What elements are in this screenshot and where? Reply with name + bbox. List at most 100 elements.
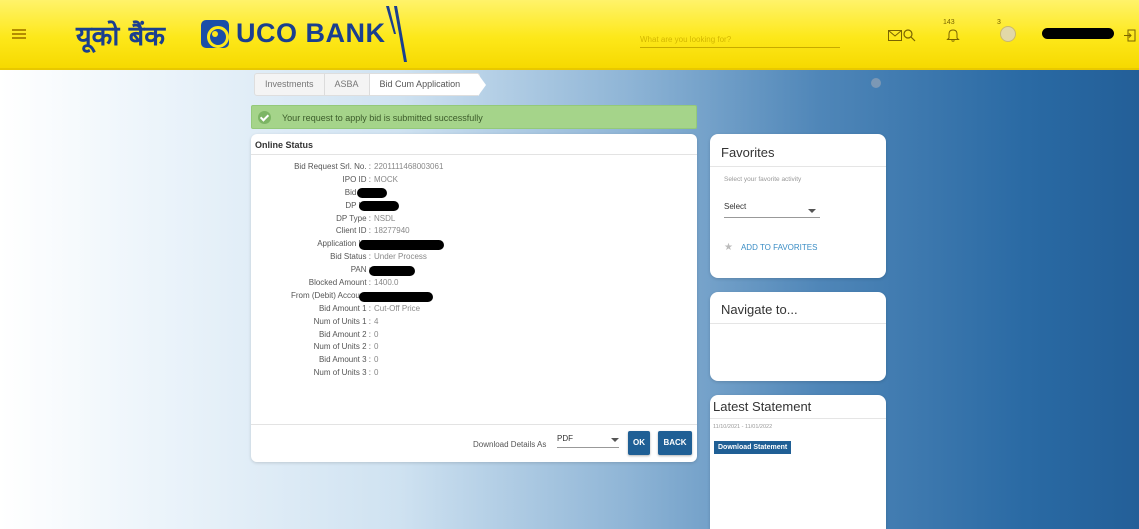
success-banner: Your request to apply bid is submitted s… bbox=[251, 105, 697, 129]
statement-date-range: 11/10/2021 - 11/01/2022 bbox=[713, 424, 772, 430]
detail-value: 0 bbox=[374, 355, 379, 365]
detail-row-debit-account: From (Debit) Account : bbox=[251, 291, 697, 304]
detail-label: Bid Amount 3 : bbox=[318, 355, 371, 365]
add-to-favorites-label: ADD TO FAVORITES bbox=[740, 243, 818, 252]
check-circle-icon bbox=[258, 111, 271, 124]
detail-row-bid-amount-1: Bid Amount 1 : Cut-Off Price bbox=[251, 304, 697, 317]
statement-to-date: 11/01/2022 bbox=[745, 424, 773, 430]
detail-row-num-units-3: Num of Units 3 :0 bbox=[251, 368, 697, 381]
back-button[interactable]: BACK bbox=[658, 431, 692, 455]
detail-label: Bid Amount 1 : bbox=[318, 303, 371, 313]
favorites-hint: Select your favorite activity bbox=[724, 176, 802, 183]
settings-icon[interactable] bbox=[871, 78, 881, 88]
favorite-select-value: Select bbox=[724, 202, 747, 211]
download-format-value: PDF bbox=[557, 434, 573, 443]
search-input[interactable] bbox=[640, 32, 840, 48]
detail-value: Cut-Off Price bbox=[374, 303, 421, 313]
avatar[interactable] bbox=[1000, 26, 1016, 42]
hamburger-menu-icon[interactable] bbox=[12, 29, 26, 39]
detail-row-client-id: Client ID :18277940 bbox=[251, 226, 697, 239]
status-details: Bid Request Srl. No. :2201111468003061 I… bbox=[251, 162, 697, 381]
detail-value: 0 bbox=[374, 329, 379, 339]
favorites-card: Favorites Select your favorite activity … bbox=[710, 134, 886, 278]
redacted-value bbox=[359, 240, 444, 251]
download-statement-button[interactable]: Download Statement bbox=[714, 441, 792, 454]
detail-value: 2201111468003061 bbox=[374, 162, 444, 171]
uco-logo-icon bbox=[201, 20, 229, 48]
detail-row-bid-amount-2: Bid Amount 2 :0 bbox=[251, 330, 697, 343]
download-format-select[interactable]: PDF bbox=[557, 432, 619, 448]
chevron-down-icon bbox=[808, 209, 816, 213]
logo-swoosh-icon bbox=[386, 6, 407, 62]
favorite-activity-select[interactable]: Select bbox=[724, 202, 820, 218]
detail-row-dp-id: DP ID : bbox=[251, 200, 697, 214]
add-to-favorites-link[interactable]: ★ ADD TO FAVORITES bbox=[724, 242, 817, 253]
detail-row-bid-amount-3: Bid Amount 3 :0 bbox=[251, 355, 697, 368]
logo-hindi-text: यूको बैंक bbox=[76, 21, 165, 52]
detail-label: Num of Units 1 : bbox=[313, 316, 371, 326]
detail-row-bid-id: Bid ID : bbox=[251, 187, 697, 201]
divider bbox=[710, 418, 886, 419]
redacted-value bbox=[359, 200, 399, 211]
online-status-card: Online Status Bid Request Srl. No. :2201… bbox=[251, 134, 697, 462]
profile-count-badge: 3 bbox=[997, 19, 1001, 26]
mail-icon[interactable] bbox=[888, 30, 902, 41]
breadcrumb-bid-cum-application[interactable]: Bid Cum Application bbox=[369, 74, 486, 96]
detail-label: IPO ID : bbox=[342, 174, 371, 184]
chevron-down-icon bbox=[611, 438, 619, 442]
redacted-value bbox=[359, 291, 433, 302]
bell-icon[interactable] bbox=[946, 28, 960, 42]
detail-row-pan: PAN : bbox=[251, 265, 697, 278]
statement-from-date: 11/10/2021 bbox=[713, 424, 741, 430]
detail-row-blocked-amount: Blocked Amount :1400.0 bbox=[251, 278, 697, 291]
logout-icon[interactable] bbox=[1124, 29, 1136, 42]
detail-value: 1400.0 bbox=[374, 278, 399, 288]
navigate-card: Navigate to... bbox=[710, 292, 886, 381]
breadcrumb-investments[interactable]: Investments bbox=[255, 74, 325, 95]
detail-row-num-units-2: Num of Units 2 :0 bbox=[251, 342, 697, 355]
detail-row-dp-type: DP Type : NSDL bbox=[251, 214, 697, 227]
detail-label: Bid Request Srl. No. : bbox=[294, 162, 371, 171]
detail-value: NSDL bbox=[374, 213, 396, 223]
detail-label: Blocked Amount : bbox=[308, 278, 371, 288]
detail-value: 0 bbox=[374, 368, 379, 378]
navigate-title: Navigate to... bbox=[721, 302, 798, 317]
search-icon[interactable] bbox=[903, 29, 916, 42]
latest-statement-title: Latest Statement bbox=[713, 399, 812, 414]
detail-label: Num of Units 3 : bbox=[313, 368, 371, 378]
divider bbox=[251, 154, 697, 155]
online-status-title: Online Status bbox=[255, 140, 314, 150]
breadcrumb-asba[interactable]: ASBA bbox=[325, 74, 370, 95]
notification-count-badge: 143 bbox=[943, 19, 955, 26]
top-bar: यूको बैंक UCO BANK 143 3 bbox=[0, 0, 1139, 70]
detail-row-num-units-1: Num of Units 1 :4 bbox=[251, 317, 697, 330]
detail-label: Num of Units 2 : bbox=[313, 342, 371, 352]
logo-english-text: UCO BANK bbox=[236, 18, 386, 48]
detail-label: Bid Amount 2 : bbox=[318, 329, 371, 339]
detail-label: Bid Status : bbox=[330, 252, 371, 262]
detail-row-bid-request-srl-no: Bid Request Srl. No. :2201111468003061 bbox=[251, 162, 697, 175]
detail-value: MOCK bbox=[374, 174, 398, 184]
detail-row-bid-status: Bid Status : Under Process bbox=[251, 252, 697, 265]
divider bbox=[710, 166, 886, 167]
star-icon: ★ bbox=[724, 242, 733, 253]
detail-value: 4 bbox=[374, 316, 379, 326]
detail-value: 0 bbox=[374, 342, 379, 352]
detail-row-application-id: Application ID : bbox=[251, 239, 697, 252]
detail-value: 18277940 bbox=[374, 226, 410, 236]
download-details-label: Download Details As bbox=[473, 440, 547, 449]
ok-button[interactable]: OK bbox=[628, 431, 650, 455]
latest-statement-card: Latest Statement 11/10/2021 - 11/01/2022… bbox=[710, 395, 886, 529]
redacted-value bbox=[369, 266, 415, 277]
detail-value: Under Process bbox=[374, 252, 427, 262]
favorites-title: Favorites bbox=[721, 145, 775, 160]
detail-label: Client ID : bbox=[335, 226, 371, 236]
divider bbox=[251, 424, 697, 425]
detail-row-ipo-id: IPO ID : MOCK bbox=[251, 175, 697, 188]
username-redacted bbox=[1042, 28, 1114, 39]
divider bbox=[710, 323, 886, 324]
detail-label: PAN : bbox=[350, 265, 371, 275]
detail-label: DP Type : bbox=[336, 213, 371, 223]
success-message: Your request to apply bid is submitted s… bbox=[282, 113, 483, 123]
breadcrumb: Investments ASBA Bid Cum Application bbox=[254, 73, 486, 96]
